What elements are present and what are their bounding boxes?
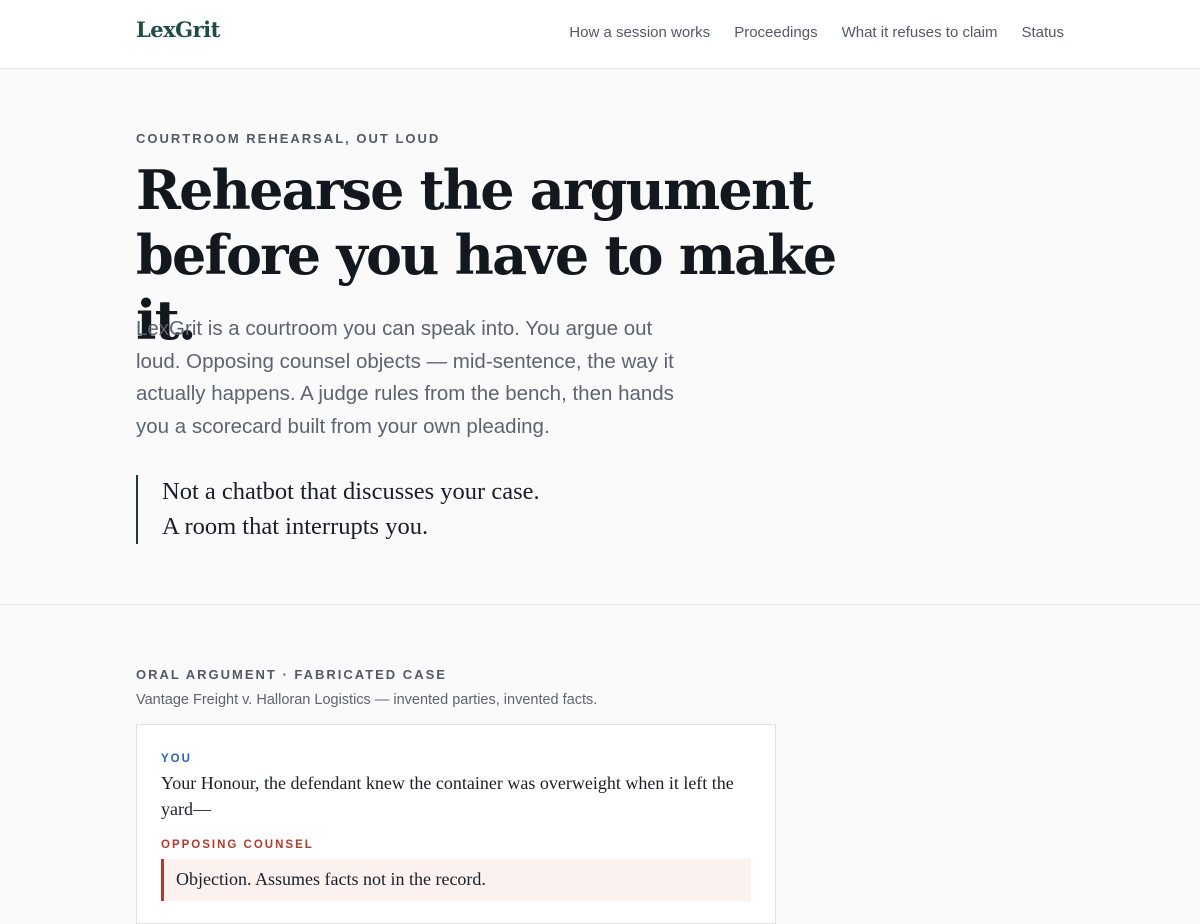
demo-section: ORAL ARGUMENT · FABRICATED CASE Vantage … <box>0 605 1200 924</box>
hero-section: COURTROOM REHEARSAL, OUT LOUD Rehearse t… <box>0 69 1200 605</box>
nav-what-it-refuses-to-claim[interactable]: What it refuses to claim <box>842 24 998 42</box>
brand-logo[interactable]: LexGrit <box>136 17 220 42</box>
nav-how-a-session-works[interactable]: How a session works <box>569 24 710 42</box>
hero-pullquote: Not a chatbot that discusses your case. … <box>136 475 556 544</box>
demo-eyebrow: ORAL ARGUMENT · FABRICATED CASE <box>136 667 447 682</box>
headline-line-1: Rehearse the argument <box>136 158 813 222</box>
speaker-label-you: YOU <box>161 753 192 765</box>
objection-callout: Objection. Assumes facts not in the reco… <box>161 859 751 901</box>
speaker-label-opposing: OPPOSING COUNSEL <box>161 839 314 851</box>
demo-caption: Vantage Freight v. Halloran Logistics — … <box>136 692 598 708</box>
pullquote-text: Not a chatbot that discusses your case. … <box>162 478 540 540</box>
nav-proceedings[interactable]: Proceedings <box>734 24 817 42</box>
site-header: LexGrit How a session works Proceedings … <box>0 0 1200 69</box>
hero-eyebrow: COURTROOM REHEARSAL, OUT LOUD <box>136 131 441 146</box>
transcript-card: YOU Your Honour, the defendant knew the … <box>136 724 776 924</box>
nav-status[interactable]: Status <box>1021 24 1064 42</box>
main-nav: How a session works Proceedings What it … <box>569 24 1064 42</box>
utterance-you: Your Honour, the defendant knew the cont… <box>161 773 734 819</box>
hero-lede: LexGrit is a courtroom you can speak int… <box>136 317 674 438</box>
